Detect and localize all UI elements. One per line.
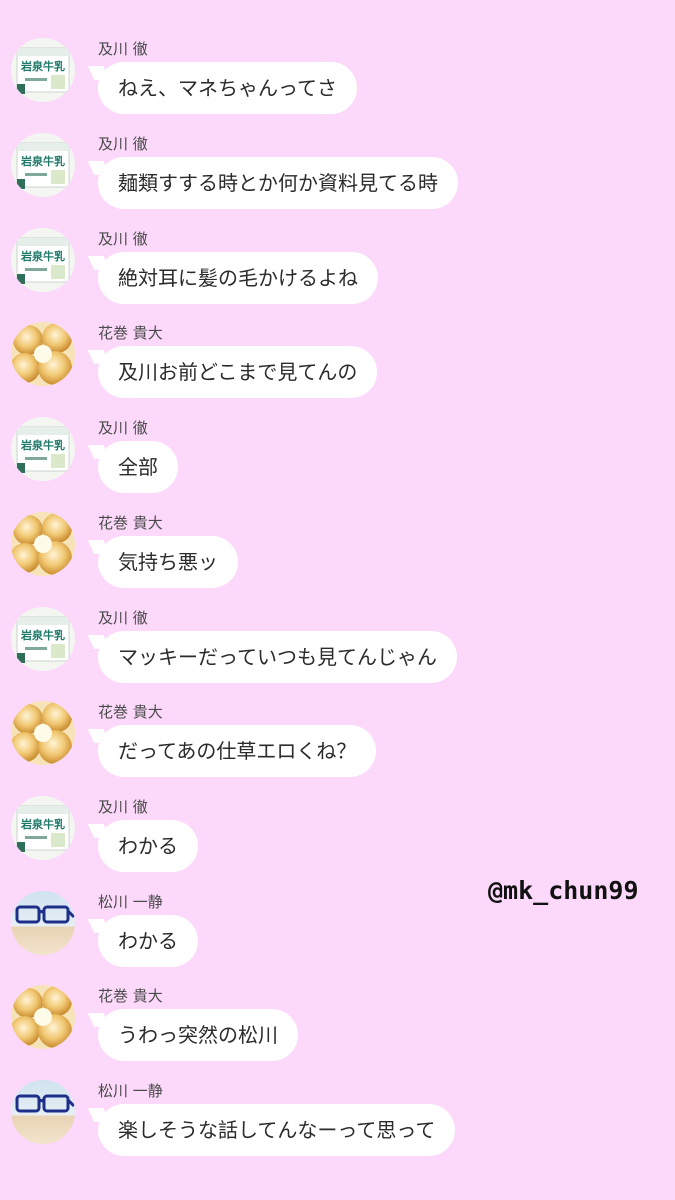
milk-bread-package-image: 岩泉牛乳 [11, 38, 75, 102]
sender-name: 及川 徹 [98, 135, 148, 153]
milk-bread-package-image: 岩泉牛乳 [11, 607, 75, 671]
message-bubble[interactable]: 楽しそうな話してんなーって思って [98, 1104, 456, 1156]
sender-name: 松川 一静 [98, 893, 163, 911]
sender-name: 及川 徹 [98, 230, 148, 248]
avatar[interactable] [11, 891, 75, 955]
message-bubble[interactable]: 麺類すする時とか何か資料見てる時 [98, 157, 458, 209]
message-bubble[interactable]: 気持ち悪ッ [98, 536, 238, 588]
sender-name: 及川 徹 [98, 40, 148, 58]
sender-name: 花巻 貴大 [98, 324, 163, 342]
milk-bread-package-image: 岩泉牛乳 [11, 796, 75, 860]
chat-log: 岩泉牛乳 及川 徹 ねえ、マネちゃんってさ 岩泉牛乳 及川 徹 麺類すする時とか… [0, 0, 675, 1200]
watermark: @mk_chun99 [488, 876, 639, 905]
sender-name: 及川 徹 [98, 419, 148, 437]
sender-name: 松川 一静 [98, 1082, 163, 1100]
sender-name: 花巻 貴大 [98, 703, 163, 721]
sender-name: 花巻 貴大 [98, 514, 163, 532]
avatar[interactable] [11, 701, 75, 765]
message: 松川 一静 楽しそうな話してんなーって思って [0, 1080, 675, 1175]
cream-puffs-image [11, 701, 75, 765]
avatar[interactable]: 岩泉牛乳 [11, 417, 75, 481]
message-bubble[interactable]: 全部 [98, 441, 178, 493]
message-bubble[interactable]: わかる [98, 915, 198, 967]
avatar[interactable]: 岩泉牛乳 [11, 228, 75, 292]
avatar[interactable]: 岩泉牛乳 [11, 796, 75, 860]
message: 花巻 貴大 気持ち悪ッ [0, 512, 675, 607]
message: 松川 一静 わかる [0, 891, 675, 986]
sender-name: 及川 徹 [98, 609, 148, 627]
message-bubble[interactable]: ねえ、マネちゃんってさ [98, 62, 357, 114]
message-bubble[interactable]: だってあの仕草エロくね？ [98, 725, 377, 777]
sender-name: 花巻 貴大 [98, 987, 163, 1005]
avatar[interactable] [11, 322, 75, 386]
avatar[interactable] [11, 512, 75, 576]
message-bubble[interactable]: マッキーだっていつも見てんじゃん [98, 631, 457, 683]
cream-puffs-image [11, 512, 75, 576]
cream-puffs-image [11, 985, 75, 1049]
svg-text:岩泉牛乳: 岩泉牛乳 [20, 817, 65, 831]
message: 岩泉牛乳 及川 徹 麺類すする時とか何か資料見てる時 [0, 133, 675, 228]
blue-glasses-image [11, 1080, 75, 1144]
milk-bread-package-image: 岩泉牛乳 [11, 417, 75, 481]
milk-bread-package-image: 岩泉牛乳 [11, 228, 75, 292]
svg-text:岩泉牛乳: 岩泉牛乳 [20, 59, 65, 73]
svg-text:岩泉牛乳: 岩泉牛乳 [20, 154, 65, 168]
cream-puffs-image [11, 322, 75, 386]
message: 花巻 貴大 及川お前どこまで見てんの [0, 322, 675, 417]
svg-text:岩泉牛乳: 岩泉牛乳 [20, 249, 65, 263]
message: 花巻 貴大 だってあの仕草エロくね？ [0, 701, 675, 796]
message: 岩泉牛乳 及川 徹 ねえ、マネちゃんってさ [0, 38, 675, 133]
message-bubble[interactable]: 及川お前どこまで見てんの [98, 346, 378, 398]
svg-text:岩泉牛乳: 岩泉牛乳 [20, 438, 65, 452]
milk-bread-package-image: 岩泉牛乳 [11, 133, 75, 197]
sender-name: 及川 徹 [98, 798, 148, 816]
avatar[interactable]: 岩泉牛乳 [11, 607, 75, 671]
message-bubble[interactable]: 絶対耳に髪の毛かけるよね [98, 252, 378, 304]
svg-text:岩泉牛乳: 岩泉牛乳 [20, 628, 65, 642]
avatar[interactable]: 岩泉牛乳 [11, 38, 75, 102]
message: 岩泉牛乳 及川 徹 マッキーだっていつも見てんじゃん [0, 607, 675, 702]
message: 花巻 貴大 うわっ突然の松川 [0, 985, 675, 1080]
message-bubble[interactable]: わかる [98, 820, 198, 872]
message-bubble[interactable]: うわっ突然の松川 [98, 1009, 298, 1061]
avatar[interactable] [11, 1080, 75, 1144]
avatar[interactable]: 岩泉牛乳 [11, 133, 75, 197]
blue-glasses-image [11, 891, 75, 955]
message: 岩泉牛乳 及川 徹 全部 [0, 417, 675, 512]
avatar[interactable] [11, 985, 75, 1049]
message: 岩泉牛乳 及川 徹 絶対耳に髪の毛かけるよね [0, 228, 675, 323]
